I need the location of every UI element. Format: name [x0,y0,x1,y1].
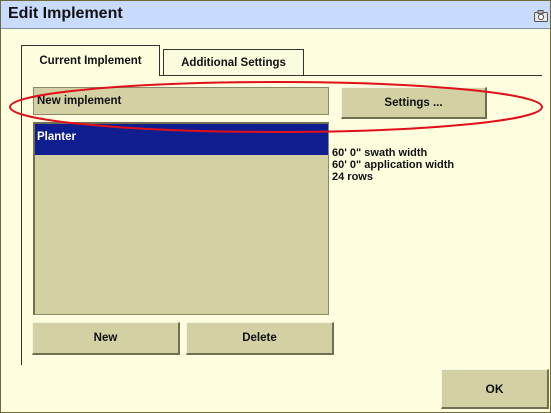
window-title: Edit Implement [8,5,123,22]
delete-button[interactable]: Delete [186,322,334,355]
application-width-text: 60' 0" application width [332,159,455,171]
edit-implement-dialog: Edit Implement Current Implement Additio… [0,0,551,413]
tab-additional-settings[interactable]: Additional Settings [163,49,304,75]
list-item[interactable]: Planter [35,124,328,155]
camera-icon[interactable] [534,9,548,22]
implement-list[interactable]: Planter [33,122,329,315]
new-button[interactable]: New [32,322,180,355]
implement-select-field[interactable]: New implement [33,87,329,115]
ok-button[interactable]: OK [441,369,549,409]
rows-text: 24 rows [332,171,373,183]
tab-current-implement[interactable]: Current Implement [21,45,160,76]
swath-width-text: 60' 0" swath width [332,147,428,159]
title-bar: Edit Implement [1,1,550,29]
implement-details: 60' 0" swath width 60' 0" application wi… [332,147,454,183]
settings-button[interactable]: Settings ... [341,87,487,119]
